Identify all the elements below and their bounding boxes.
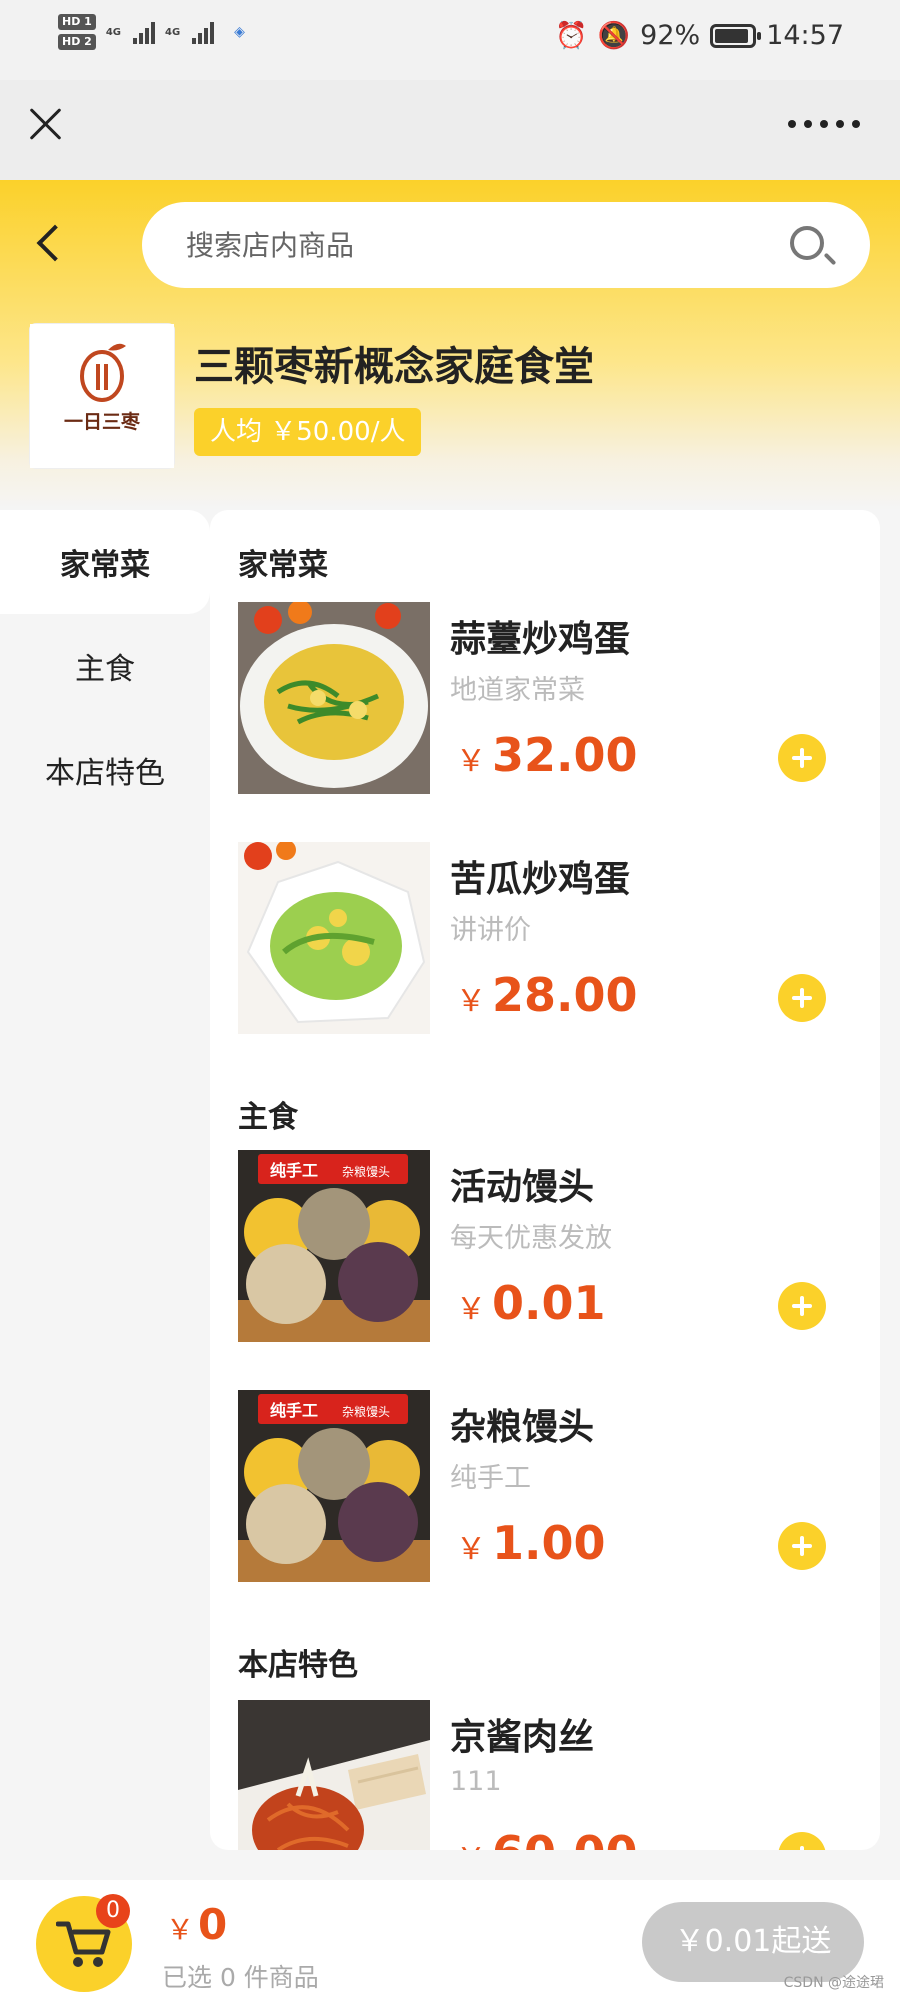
dish-price: ￥ 60.00 bbox=[456, 1826, 638, 1850]
dish-image: 纯手工 杂粮馒头 bbox=[238, 1390, 430, 1582]
network2-label: 4G bbox=[165, 26, 181, 38]
category-item-staple[interactable]: 主食 bbox=[0, 614, 210, 718]
add-to-cart-button[interactable] bbox=[778, 734, 826, 782]
dish-name: 京酱肉丝 bbox=[450, 1717, 595, 1758]
signal1-icon bbox=[133, 20, 155, 44]
dish-item[interactable]: 纯手工 杂粮馒头 活动馒头 每天优惠发放 ￥ 0.01 bbox=[238, 1150, 858, 1342]
back-icon[interactable] bbox=[36, 224, 74, 262]
dish-image bbox=[238, 602, 430, 794]
svg-text:杂粮馒头: 杂粮馒头 bbox=[342, 1404, 390, 1419]
dish-image bbox=[238, 1700, 430, 1850]
status-right: ⏰ 🔕 92% 14:57 bbox=[555, 20, 844, 51]
shield-icon: ◈ bbox=[234, 24, 245, 40]
search-bar[interactable] bbox=[142, 202, 870, 288]
dish-price: ￥ 28.00 bbox=[456, 968, 638, 1022]
currency-symbol: ￥ bbox=[166, 1913, 195, 1946]
section-title-home-dishes: 家常菜 bbox=[238, 548, 328, 583]
status-bar: HD 1 HD 2 4G 4G ◈ ⏰ 🔕 92% 14:57 bbox=[0, 0, 900, 80]
add-to-cart-button[interactable] bbox=[778, 974, 826, 1022]
svg-text:纯手工: 纯手工 bbox=[270, 1401, 318, 1420]
cart-total-value: 0 bbox=[198, 1900, 228, 1949]
dish-description: 111 bbox=[450, 1766, 502, 1797]
category-sidebar: 家常菜 主食 本店特色 bbox=[0, 510, 210, 822]
section-title-specialty: 本店特色 bbox=[238, 1648, 358, 1683]
add-to-cart-button[interactable] bbox=[778, 1832, 826, 1850]
currency-symbol: ￥ bbox=[456, 744, 486, 779]
search-icon[interactable] bbox=[790, 226, 824, 260]
currency-symbol: ￥ bbox=[456, 1292, 486, 1327]
mute-icon: 🔕 bbox=[597, 20, 631, 51]
close-icon[interactable] bbox=[28, 105, 64, 141]
sim1-badge: HD 1 bbox=[58, 14, 96, 30]
price-value: 0.01 bbox=[492, 1276, 606, 1330]
battery-icon bbox=[710, 23, 762, 48]
dish-price: ￥ 0.01 bbox=[456, 1276, 606, 1330]
dish-price: ￥ 1.00 bbox=[456, 1516, 606, 1570]
shop-logo-graphic: 一日三枣 bbox=[30, 324, 174, 468]
sim2-badge: HD 2 bbox=[58, 34, 96, 50]
clock: 14:57 bbox=[766, 20, 844, 51]
currency-symbol: ￥ bbox=[456, 984, 486, 1019]
price-value: 32.00 bbox=[492, 728, 638, 782]
shop-name: 三颗枣新概念家庭食堂 bbox=[194, 344, 594, 390]
more-icon[interactable] bbox=[788, 120, 860, 128]
category-item-specialty[interactable]: 本店特色 bbox=[0, 718, 210, 822]
dish-item[interactable]: 苦瓜炒鸡蛋 讲讲价 ￥ 28.00 bbox=[238, 842, 858, 1034]
alarm-icon: ⏰ bbox=[555, 20, 588, 51]
cart-bar: 0 ￥0 已选 0 件商品 ￥0.01起送 bbox=[0, 1880, 900, 2000]
dish-item[interactable]: 纯手工 杂粮馒头 杂粮馒头 纯手工 ￥ 1.00 bbox=[238, 1390, 858, 1582]
sim-indicators: HD 1 HD 2 bbox=[58, 14, 96, 50]
add-to-cart-button[interactable] bbox=[778, 1522, 826, 1570]
cart-total: ￥0 bbox=[166, 1900, 227, 1949]
dish-image: 纯手工 杂粮馒头 bbox=[238, 1150, 430, 1342]
dish-item[interactable]: 蒜薹炒鸡蛋 地道家常菜 ￥ 32.00 bbox=[238, 602, 858, 794]
dish-description: 讲讲价 bbox=[450, 915, 531, 946]
dish-description: 地道家常菜 bbox=[450, 675, 585, 706]
category-item-home-dishes[interactable]: 家常菜 bbox=[0, 510, 210, 614]
signal2-icon bbox=[192, 20, 215, 44]
status-left: HD 1 HD 2 4G 4G ◈ bbox=[58, 14, 245, 50]
dish-item[interactable]: 京酱肉丝 111 ￥ 60.00 bbox=[238, 1700, 858, 1850]
battery-percent: 92% bbox=[640, 20, 701, 51]
svg-text:杂粮馒头: 杂粮馒头 bbox=[342, 1164, 390, 1179]
svg-text:一日三枣: 一日三枣 bbox=[64, 410, 141, 433]
dish-name: 蒜薹炒鸡蛋 bbox=[450, 619, 631, 660]
dish-description: 纯手工 bbox=[450, 1463, 531, 1494]
minimum-order-button[interactable]: ￥0.01起送 bbox=[642, 1902, 864, 1982]
product-list[interactable]: 家常菜 蒜薹炒鸡蛋 地道家常菜 ￥ 32.00 苦瓜炒鸡蛋 讲讲价 ￥ 28.0… bbox=[210, 510, 880, 1850]
shop-header: 一日三枣 三颗枣新概念家庭食堂 人均 ￥50.00/人 bbox=[0, 180, 900, 510]
dish-description: 每天优惠发放 bbox=[450, 1223, 612, 1254]
battery-fill bbox=[715, 28, 749, 43]
selected-count: 已选 0 件商品 bbox=[162, 1963, 319, 1992]
search-input[interactable] bbox=[186, 220, 746, 270]
currency-symbol: ￥ bbox=[456, 1532, 486, 1567]
dish-image bbox=[238, 842, 430, 1034]
network1-label: 4G bbox=[105, 26, 121, 38]
svg-text:纯手工: 纯手工 bbox=[270, 1161, 318, 1180]
cart-count-badge: 0 bbox=[96, 1894, 130, 1928]
dish-name: 杂粮馒头 bbox=[450, 1407, 595, 1448]
dish-price: ￥ 32.00 bbox=[456, 728, 638, 782]
shop-logo: 一日三枣 bbox=[30, 324, 174, 468]
avg-price-badge: 人均 ￥50.00/人 bbox=[194, 408, 422, 456]
mini-program-navbar bbox=[0, 80, 900, 180]
watermark: CSDN @途途珺 bbox=[783, 1975, 884, 1991]
price-value: 28.00 bbox=[492, 968, 638, 1022]
section-title-staple: 主食 bbox=[238, 1100, 298, 1135]
currency-symbol: ￥ bbox=[456, 1842, 486, 1850]
dish-name: 活动馒头 bbox=[450, 1167, 595, 1208]
dish-name: 苦瓜炒鸡蛋 bbox=[450, 859, 631, 900]
price-value: 60.00 bbox=[492, 1826, 638, 1850]
price-value: 1.00 bbox=[492, 1516, 606, 1570]
add-to-cart-button[interactable] bbox=[778, 1282, 826, 1330]
